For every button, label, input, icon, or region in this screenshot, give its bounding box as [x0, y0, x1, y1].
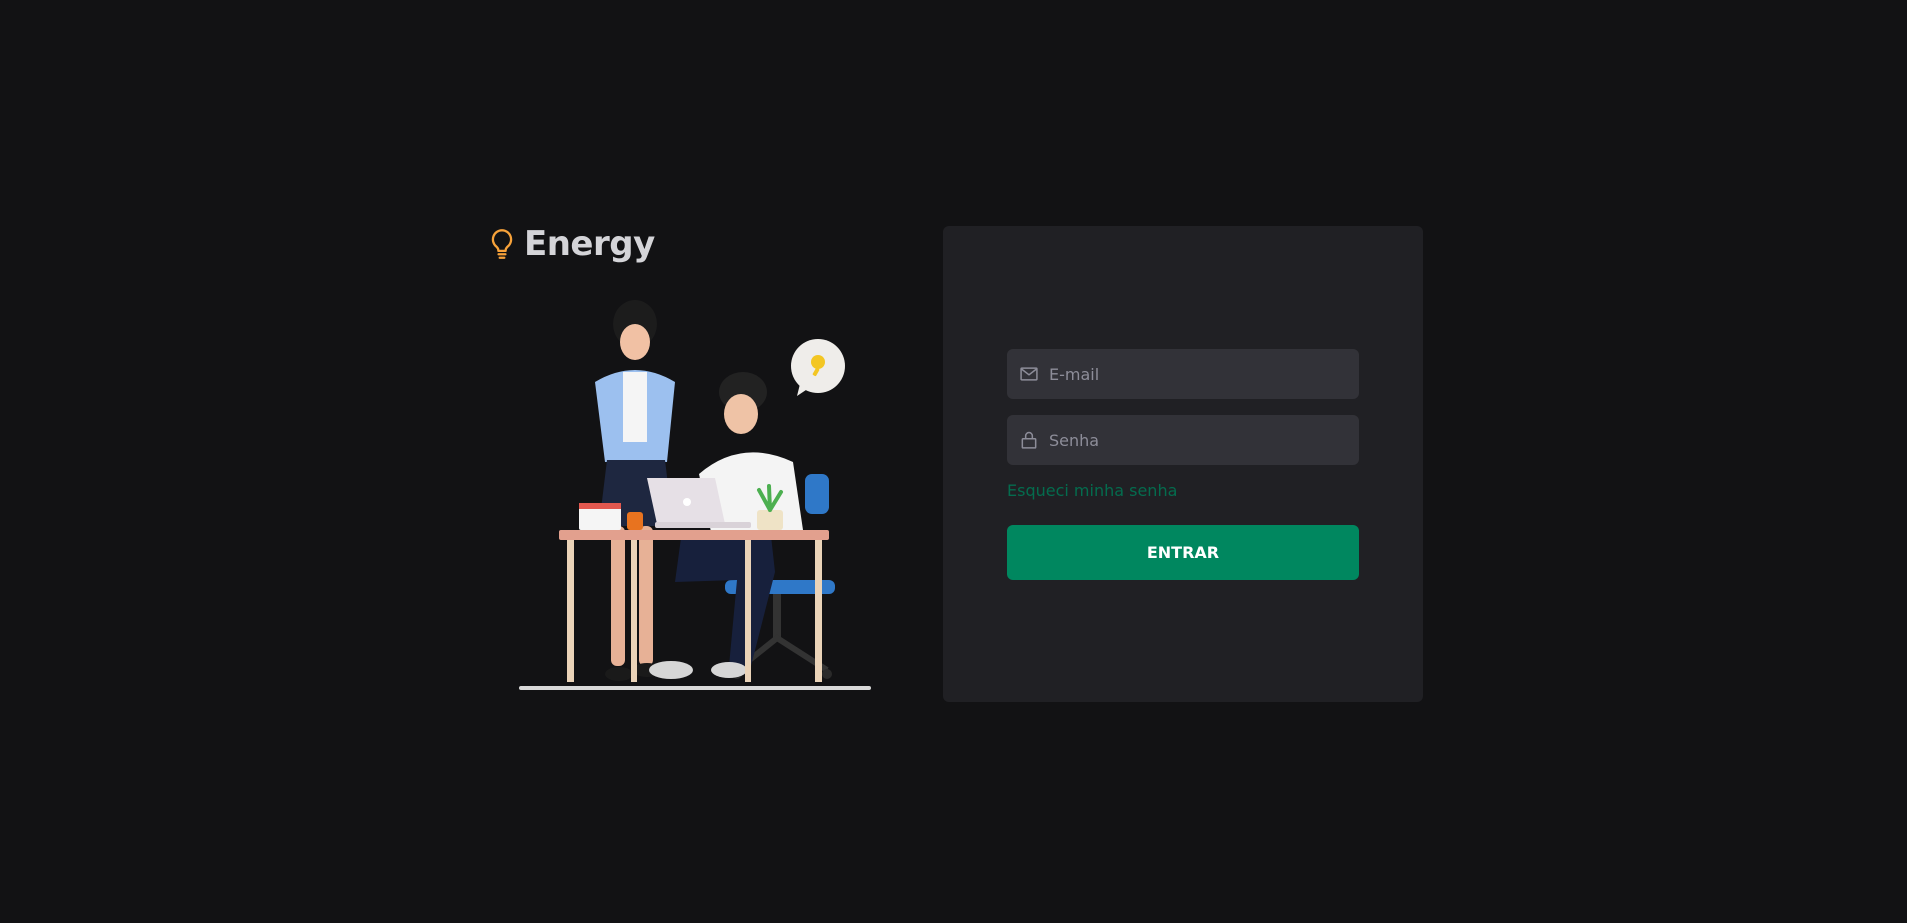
- lightbulb-icon: [491, 229, 513, 259]
- brand-name: Energy: [524, 224, 655, 264]
- lock-icon: [1021, 431, 1037, 449]
- email-input[interactable]: [1049, 349, 1359, 399]
- password-input[interactable]: [1049, 415, 1359, 465]
- password-field[interactable]: [1007, 415, 1359, 465]
- office-illustration: [519, 300, 871, 690]
- mail-icon: [1020, 367, 1038, 381]
- login-card: Esqueci minha senha ENTRAR: [943, 226, 1423, 702]
- idea-bubble-icon: [791, 339, 845, 396]
- email-field[interactable]: [1007, 349, 1359, 399]
- forgot-password-link[interactable]: Esqueci minha senha: [1007, 481, 1177, 500]
- login-button[interactable]: ENTRAR: [1007, 525, 1359, 580]
- brand-logo: Energy: [488, 224, 655, 264]
